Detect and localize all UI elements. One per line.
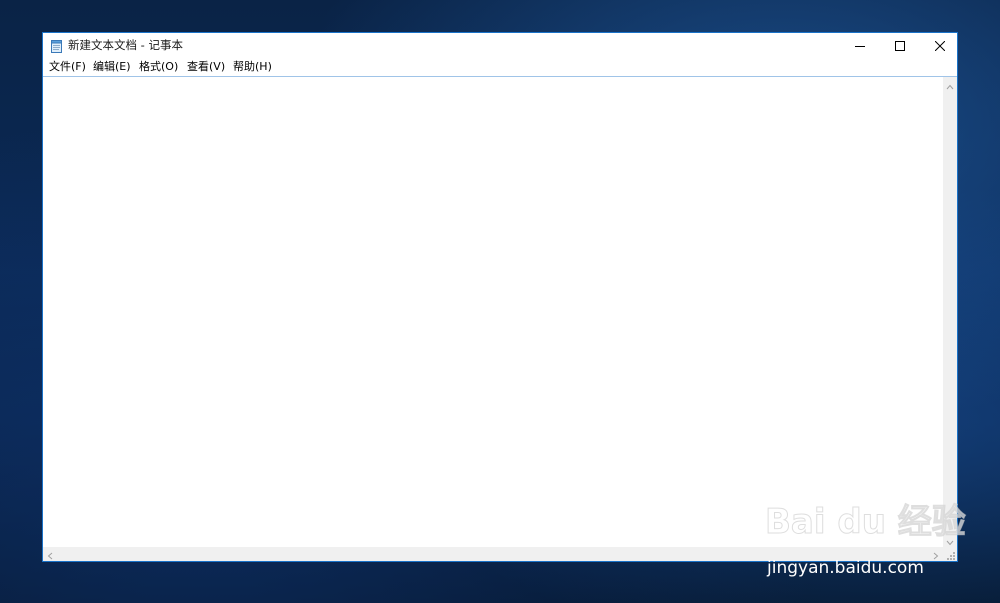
close-button[interactable] xyxy=(920,33,960,57)
chevron-up-icon xyxy=(946,75,954,94)
scroll-up-button[interactable] xyxy=(943,77,957,91)
maximize-button[interactable] xyxy=(880,33,920,57)
menu-file[interactable]: 文件(F) xyxy=(49,60,86,74)
notepad-window[interactable]: 新建文本文档 - 记事本 文件(F) 编辑(E) 格式(O) 查看(V) 帮助(… xyxy=(42,32,958,562)
close-icon xyxy=(934,36,946,55)
watermark-logo: Bai du 经验 xyxy=(765,502,967,543)
menu-help[interactable]: 帮助(H) xyxy=(233,60,272,74)
menu-bar: 文件(F) 编辑(E) 格式(O) 查看(V) 帮助(H) xyxy=(43,57,957,76)
menu-format[interactable]: 格式(O) xyxy=(139,60,178,74)
chevron-left-icon xyxy=(47,545,53,564)
notepad-icon xyxy=(50,38,63,53)
title-bar[interactable]: 新建文本文档 - 记事本 xyxy=(43,33,957,57)
scroll-left-button[interactable] xyxy=(43,547,57,561)
menu-view[interactable]: 查看(V) xyxy=(187,60,225,74)
desktop-background: 新建文本文档 - 记事本 文件(F) 编辑(E) 格式(O) 查看(V) 帮助(… xyxy=(0,0,1000,603)
baidu-jingyan-watermark: Bai du 经验 jingyan.baidu.com xyxy=(765,494,967,584)
vertical-scrollbar[interactable] xyxy=(943,77,957,547)
maximize-icon xyxy=(895,36,905,55)
minimize-button[interactable] xyxy=(840,33,880,57)
editor-text-area[interactable] xyxy=(43,77,943,547)
window-title: 新建文本文档 - 记事本 xyxy=(68,38,183,52)
menu-edit[interactable]: 编辑(E) xyxy=(93,60,131,74)
watermark-url: jingyan.baidu.com xyxy=(767,558,924,578)
minimize-icon xyxy=(855,36,865,55)
